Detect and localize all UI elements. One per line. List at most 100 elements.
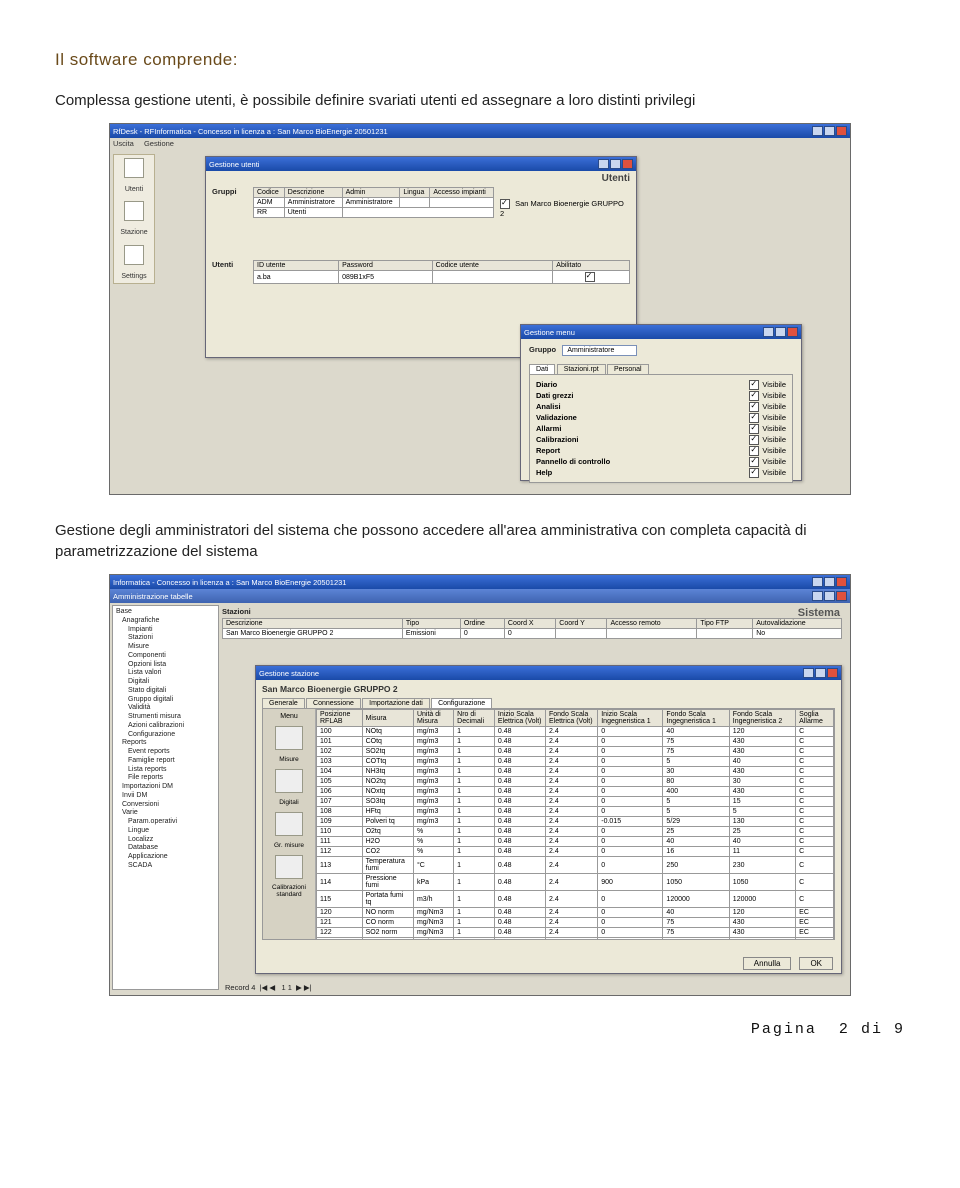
table-row[interactable]: 100NOtqmg/m310.482.4040120C — [317, 727, 834, 737]
users-icon[interactable] — [124, 158, 144, 178]
tree-item[interactable]: Invii DM — [116, 792, 215, 801]
record-nav[interactable]: Record 4 |◀ ◀ 1 1 ▶ ▶| — [225, 983, 312, 992]
table-row[interactable]: 113Temperatura fumi°C10.482.40250230C — [317, 857, 834, 874]
tree-item[interactable]: Lista valori — [116, 669, 215, 678]
station-icon[interactable] — [124, 201, 144, 221]
tab[interactable]: Stazioni.rpt — [557, 364, 606, 374]
checkbox[interactable] — [749, 446, 759, 456]
table-row[interactable]: 107SO3tqmg/m310.482.40515C — [317, 797, 834, 807]
maximize-icon[interactable] — [610, 159, 621, 169]
tab[interactable]: Importazione dati — [362, 698, 430, 708]
close-icon[interactable] — [622, 159, 633, 169]
tree-item[interactable]: Impianti — [116, 626, 215, 635]
table-row[interactable]: San Marco Bioenergie GRUPPO 2 Emissioni … — [223, 629, 842, 639]
tree-item[interactable]: Param.operativi — [116, 818, 215, 827]
nav-tree[interactable]: BaseAnagraficheImpiantiStazioniMisureCom… — [112, 605, 219, 990]
tree-item[interactable]: Configurazione — [116, 731, 215, 740]
misure-icon[interactable] — [275, 726, 303, 750]
digitali-icon[interactable] — [275, 769, 303, 793]
checkbox[interactable] — [500, 199, 510, 209]
checkbox[interactable] — [749, 413, 759, 423]
tree-item[interactable]: Misure — [116, 643, 215, 652]
close-icon[interactable] — [827, 668, 838, 678]
maximize-icon[interactable] — [824, 126, 835, 136]
tree-item[interactable]: Stato digitali — [116, 687, 215, 696]
tree-item[interactable]: Applicazione — [116, 853, 215, 862]
tree-item[interactable]: Database — [116, 844, 215, 853]
table-row[interactable]: ADM Amministratore Amministratore — [254, 198, 494, 208]
checkbox[interactable] — [749, 424, 759, 434]
close-icon[interactable] — [836, 591, 847, 601]
tree-item[interactable]: Varie — [116, 809, 215, 818]
maximize-icon[interactable] — [815, 668, 826, 678]
table-row[interactable]: 112CO2%10.482.401611C — [317, 847, 834, 857]
grmisure-icon[interactable] — [275, 812, 303, 836]
tree-item[interactable]: Conversioni — [116, 801, 215, 810]
tree-item[interactable]: Lista reports — [116, 766, 215, 775]
maximize-icon[interactable] — [824, 591, 835, 601]
table-row[interactable]: 106NOxtqmg/m310.482.40400430C — [317, 787, 834, 797]
minimize-icon[interactable] — [803, 668, 814, 678]
calib-icon[interactable] — [275, 855, 303, 879]
tree-item[interactable]: Reports — [116, 739, 215, 748]
minimize-icon[interactable] — [812, 577, 823, 587]
tree-item[interactable]: Lingue — [116, 827, 215, 836]
tree-item[interactable]: Stazioni — [116, 634, 215, 643]
table-row[interactable]: 108HFtqmg/m310.482.4055C — [317, 807, 834, 817]
table-row[interactable]: RR Utenti — [254, 208, 494, 218]
cancel-button[interactable]: Annulla — [743, 957, 792, 970]
menu-item[interactable]: Uscita — [113, 139, 134, 148]
table-row[interactable]: a.ba 089B1xF5 — [254, 271, 630, 284]
minimize-icon[interactable] — [763, 327, 774, 337]
tab[interactable]: Personal — [607, 364, 649, 374]
tree-item[interactable]: SCADA — [116, 862, 215, 871]
minimize-icon[interactable] — [812, 126, 823, 136]
table-row[interactable]: 103COTtqmg/m310.482.40540C — [317, 757, 834, 767]
table-row[interactable]: 102SO2tqmg/m310.482.4075430C — [317, 747, 834, 757]
table-row[interactable]: 110O2tq%10.482.402525C — [317, 827, 834, 837]
table-row[interactable]: 109Polveri tqmg/m310.482.4-0.0155/29130C — [317, 817, 834, 827]
ok-button[interactable]: OK — [799, 957, 833, 970]
table-row[interactable]: 105NO2tqmg/m310.482.408030C — [317, 777, 834, 787]
tree-item[interactable]: Gruppo digitali — [116, 696, 215, 705]
checkbox[interactable] — [749, 402, 759, 412]
checkbox[interactable] — [749, 435, 759, 445]
table-row[interactable]: 104NH3tqmg/m310.482.4030430C — [317, 767, 834, 777]
settings-icon[interactable] — [124, 245, 144, 265]
tab[interactable]: Dati — [529, 364, 555, 374]
close-icon[interactable] — [836, 126, 847, 136]
tab[interactable]: Connessione — [306, 698, 361, 708]
tab[interactable]: Generale — [262, 698, 305, 708]
table-row[interactable]: 122SO2 normmg/Nm310.482.4075430EC — [317, 928, 834, 938]
tree-item[interactable]: Azioni calibrazioni — [116, 722, 215, 731]
maximize-icon[interactable] — [775, 327, 786, 337]
tree-item[interactable]: Validità — [116, 704, 215, 713]
tree-item[interactable]: Strumenti misura — [116, 713, 215, 722]
tree-item[interactable]: Opzioni lista — [116, 661, 215, 670]
close-icon[interactable] — [787, 327, 798, 337]
close-icon[interactable] — [836, 577, 847, 587]
checkbox[interactable] — [585, 272, 595, 282]
table-row[interactable]: 111H2O%10.482.404040C — [317, 837, 834, 847]
table-row[interactable]: 123COT normmg/Nm310.482.40540EC — [317, 938, 834, 940]
tree-item[interactable]: Event reports — [116, 748, 215, 757]
menu-item[interactable]: Gestione — [144, 139, 174, 148]
table-row[interactable]: 114Pressione fumikPa10.482.490010501050C — [317, 874, 834, 891]
table-row[interactable]: 120NO normmg/Nm310.482.4040120EC — [317, 908, 834, 918]
tree-item[interactable]: Base — [116, 608, 215, 617]
table-row[interactable]: 101COtqmg/m310.482.4075430C — [317, 737, 834, 747]
tab[interactable]: Configurazione — [431, 698, 492, 708]
tree-item[interactable]: Anagrafiche — [116, 617, 215, 626]
checkbox[interactable] — [749, 457, 759, 467]
tree-item[interactable]: Localizz — [116, 836, 215, 845]
table-row[interactable]: 121CO normmg/Nm310.482.4075430EC — [317, 918, 834, 928]
tree-item[interactable]: Importazioni DM — [116, 783, 215, 792]
checkbox[interactable] — [749, 380, 759, 390]
gruppo-select[interactable]: Amministratore — [562, 345, 637, 356]
checkbox[interactable] — [749, 391, 759, 401]
tree-item[interactable]: Componenti — [116, 652, 215, 661]
minimize-icon[interactable] — [812, 591, 823, 601]
tree-item[interactable]: Famiglie report — [116, 757, 215, 766]
maximize-icon[interactable] — [824, 577, 835, 587]
table-row[interactable]: 115Portata fumi tqm3/h10.482.40120000120… — [317, 891, 834, 908]
